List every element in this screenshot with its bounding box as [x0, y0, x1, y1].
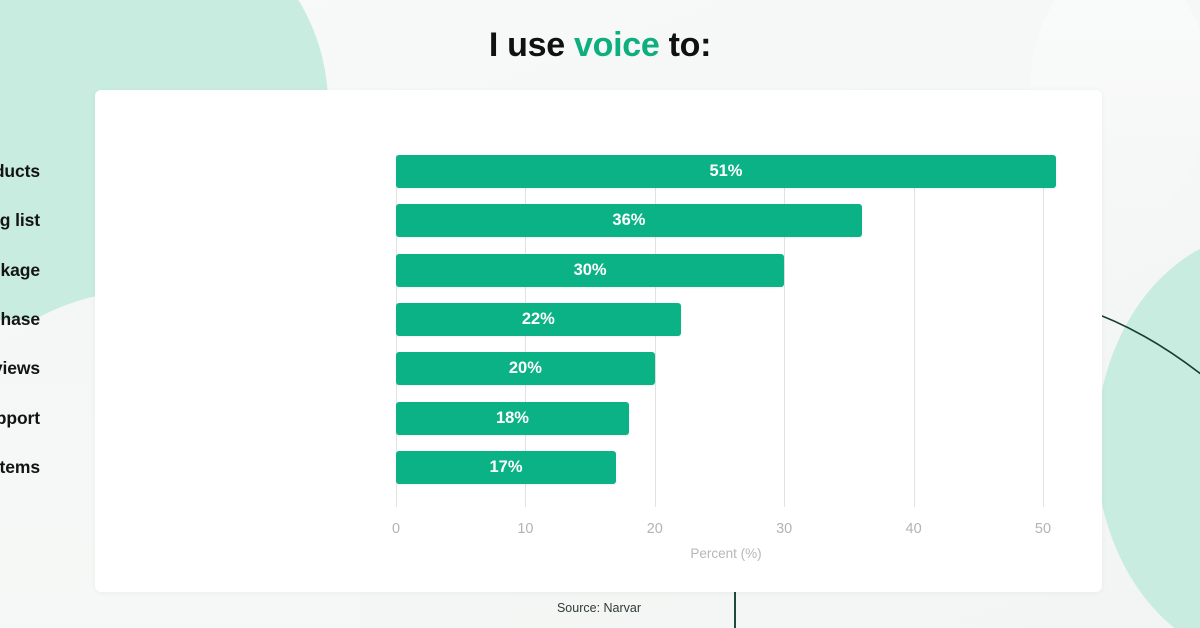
bar-row[interactable]: 22% [396, 302, 1056, 336]
mint-circle-right-decoration [1096, 232, 1200, 628]
bar-row[interactable]: 17% [396, 450, 1056, 484]
category-label: Research products [0, 161, 40, 181]
page-title-prefix: I use [488, 26, 574, 64]
bar-value-label: 17% [489, 457, 523, 476]
bar-chart: 0 10 20 30 40 50 Percent (%) 51% Research produc… [0, 90, 1102, 592]
page-title-accent: voice [574, 26, 660, 64]
category-label: Contact support [0, 407, 40, 428]
bar-value-label: 30% [573, 260, 607, 279]
bar-row[interactable]: 30% [396, 253, 1056, 287]
bar-row[interactable]: 20% [396, 352, 1056, 386]
page-title-suffix: to: [659, 26, 712, 64]
category-label: Reorder items [0, 456, 40, 477]
bar-value-label: 18% [495, 408, 529, 427]
bar-value-label: 22% [521, 309, 555, 328]
x-axis-tick-label: 0 [391, 521, 401, 537]
category-label: Add to my shopping list [0, 210, 40, 231]
x-axis-tick-label: 50 [1034, 521, 1052, 537]
bar-row[interactable]: 18% [396, 401, 1056, 435]
category-label: Make a purchase [0, 308, 40, 329]
x-axis-tick-label: 10 [517, 521, 534, 537]
chart-card: 0 10 20 30 40 50 Percent (%) 51% Research produc… [0, 90, 1102, 592]
source-attribution: Source: Narvar [0, 601, 1200, 615]
bar-value-label: 20% [508, 359, 542, 378]
category-label: Track a package [0, 259, 40, 280]
category-label: Provide ratings or reviews [0, 358, 40, 379]
source-label: Source: Narvar [556, 601, 642, 615]
plot-area: 0 10 20 30 40 50 Percent (%) 51% Research produc… [0, 140, 1056, 561]
bar-value-label: 36% [612, 211, 646, 230]
x-axis-title: Percent (%) [690, 546, 762, 561]
bar-row[interactable]: 51% [396, 155, 1056, 188]
bar-row[interactable]: 36% [396, 204, 1056, 238]
infographic-canvas: I use voice to: 0 10 20 30 40 50 Percent (%) 51… [0, 0, 1200, 628]
x-axis-tick-label: 20 [646, 521, 663, 537]
bar-value-label: 51% [709, 162, 743, 180]
x-axis-tick-label: 40 [905, 521, 922, 537]
page-title: I use voice to: [0, 26, 1200, 65]
x-axis-tick-label: 30 [776, 521, 793, 537]
